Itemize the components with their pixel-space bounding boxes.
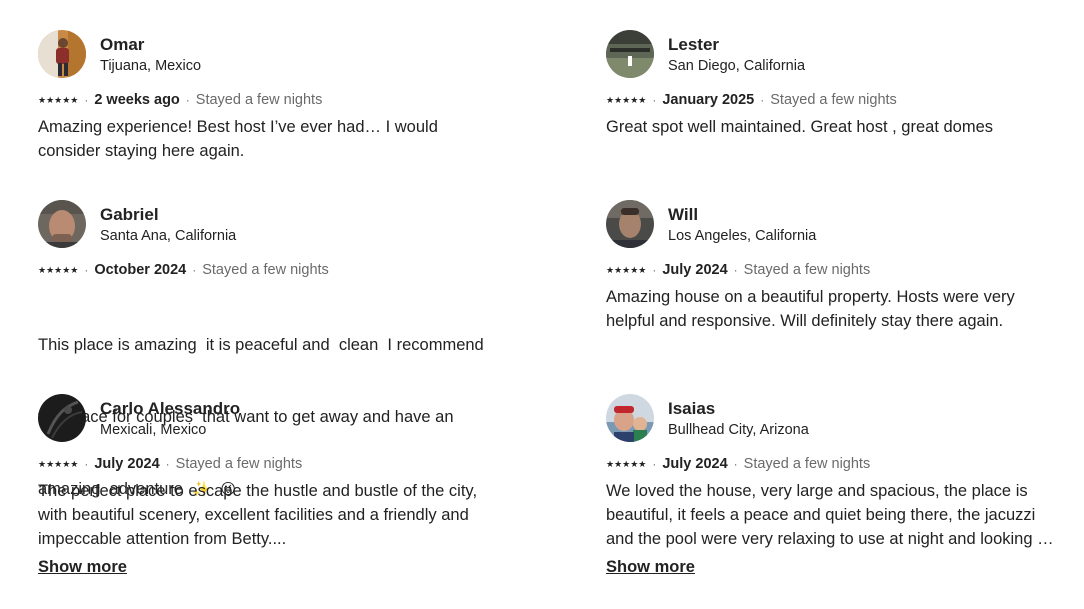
review-header: Lester San Diego, California bbox=[606, 30, 1066, 78]
separator: · bbox=[185, 93, 190, 107]
separator: · bbox=[165, 457, 170, 471]
review-header: Gabriel Santa Ana, California bbox=[38, 200, 498, 248]
review-meta: ★★★★★ · 2 weeks ago · Stayed a few night… bbox=[38, 90, 498, 110]
stay-length: Stayed a few nights bbox=[770, 92, 897, 108]
review-text-line: consider staying here again. bbox=[38, 142, 245, 160]
review-text: Amazing experience! Best host I’ve ever … bbox=[38, 115, 498, 163]
reviewer-name: Omar bbox=[100, 35, 145, 54]
stay-length: Stayed a few nights bbox=[195, 92, 323, 108]
review-header: Omar Tijuana, Mexico bbox=[38, 30, 498, 78]
star-rating-icon: ★★★★★ bbox=[606, 94, 647, 105]
review-card: Lester San Diego, California ★★★★★ · Jan… bbox=[606, 30, 1066, 139]
reviewer-location: San Diego, California bbox=[668, 58, 806, 74]
review-date: July 2024 bbox=[94, 456, 160, 472]
review-text: The perfect place to escape the hustle a… bbox=[38, 479, 498, 551]
separator: · bbox=[652, 93, 657, 107]
review-text-line: with beautiful scenery, excellent facili… bbox=[38, 506, 469, 524]
avatar[interactable] bbox=[38, 30, 86, 78]
review-date: October 2024 bbox=[94, 262, 187, 278]
review-card: Will Los Angeles, California ★★★★★ · Jul… bbox=[606, 200, 1066, 333]
review-text: Great spot well maintained. Great host ,… bbox=[606, 115, 1066, 139]
review-card: Carlo Alessandro Mexicali, Mexico ★★★★★ … bbox=[38, 394, 498, 551]
reviewer-location: Tijuana, Mexico bbox=[100, 58, 202, 74]
review-card: Omar Tijuana, Mexico ★★★★★ · 2 weeks ago… bbox=[38, 30, 498, 163]
reviewer-name: Carlo Alessandro bbox=[100, 399, 241, 418]
review-header: Will Los Angeles, California bbox=[606, 200, 1066, 248]
review-text-line: impeccable attention from Betty.... bbox=[38, 530, 287, 548]
reviewer-location: Santa Ana, California bbox=[100, 228, 237, 244]
review-text-line: We loved the house, very large and spaci… bbox=[606, 482, 1028, 500]
reviewer-location: Mexicali, Mexico bbox=[100, 422, 207, 438]
star-rating-icon: ★★★★★ bbox=[606, 458, 647, 469]
avatar[interactable] bbox=[38, 200, 86, 248]
review-text-line: beautiful, it feels a peace and quiet be… bbox=[606, 506, 1036, 524]
review-meta: ★★★★★ · October 2024 · Stayed a few nigh… bbox=[38, 260, 498, 280]
star-rating-icon: ★★★★★ bbox=[38, 458, 79, 469]
separator: · bbox=[760, 93, 765, 107]
stay-length: Stayed a few nights bbox=[743, 262, 871, 278]
star-rating-icon: ★★★★★ bbox=[38, 264, 79, 275]
separator: · bbox=[84, 263, 89, 277]
reviewer-name: Lester bbox=[668, 35, 720, 54]
review-text-line: Amazing experience! Best host I’ve ever … bbox=[38, 118, 438, 136]
review-text: Amazing house on a beautiful property. H… bbox=[606, 285, 1066, 333]
stay-length: Stayed a few nights bbox=[202, 262, 329, 278]
review-meta: ★★★★★ · July 2024 · Stayed a few nights bbox=[606, 260, 1066, 280]
review-text-line: Amazing house on a beautiful property. H… bbox=[606, 288, 1015, 306]
stay-length: Stayed a few nights bbox=[743, 456, 871, 472]
separator: · bbox=[192, 263, 197, 277]
star-rating-icon: ★★★★★ bbox=[606, 264, 647, 275]
avatar[interactable] bbox=[38, 394, 86, 442]
review-date: July 2024 bbox=[662, 456, 728, 472]
reviewer-name: Isaias bbox=[668, 399, 716, 418]
review-text-line: helpful and responsive. Will definitely … bbox=[606, 312, 1004, 330]
review-date: July 2024 bbox=[662, 262, 728, 278]
separator: · bbox=[84, 93, 89, 107]
review-date: 2 weeks ago bbox=[94, 92, 180, 108]
review-text-line: This place is amazing it is peaceful and… bbox=[38, 336, 484, 354]
star-rating-icon: ★★★★★ bbox=[38, 94, 79, 105]
avatar[interactable] bbox=[606, 200, 654, 248]
reviewer-name: Will bbox=[668, 205, 699, 224]
show-more-button[interactable]: Show more bbox=[606, 558, 695, 577]
review-text: We loved the house, very large and spaci… bbox=[606, 479, 1061, 551]
reviewer-location: Bullhead City, Arizona bbox=[668, 422, 809, 438]
separator: · bbox=[84, 457, 89, 471]
review-header: Isaias Bullhead City, Arizona bbox=[606, 394, 1061, 442]
review-meta: ★★★★★ · July 2024 · Stayed a few nights bbox=[606, 454, 1061, 474]
review-date: January 2025 bbox=[662, 92, 755, 108]
review-text-line: and the pool were very relaxing to use a… bbox=[606, 530, 1061, 548]
reviewer-name: Gabriel bbox=[100, 205, 159, 224]
show-more-button[interactable]: Show more bbox=[38, 558, 127, 577]
separator: · bbox=[733, 457, 738, 471]
avatar[interactable] bbox=[606, 30, 654, 78]
separator: · bbox=[733, 263, 738, 277]
review-meta: ★★★★★ · July 2024 · Stayed a few nights bbox=[38, 454, 498, 474]
review-meta: ★★★★★ · January 2025 · Stayed a few nigh… bbox=[606, 90, 1066, 110]
separator: · bbox=[652, 457, 657, 471]
reviewer-location: Los Angeles, California bbox=[668, 228, 817, 244]
avatar[interactable] bbox=[606, 394, 654, 442]
separator: · bbox=[652, 263, 657, 277]
review-text-line: Great spot well maintained. Great host ,… bbox=[606, 118, 994, 136]
review-card: Isaias Bullhead City, Arizona ★★★★★ · Ju… bbox=[606, 394, 1061, 551]
review-text-line: The perfect place to escape the hustle a… bbox=[38, 482, 478, 500]
stay-length: Stayed a few nights bbox=[175, 456, 303, 472]
review-header: Carlo Alessandro Mexicali, Mexico bbox=[38, 394, 498, 442]
